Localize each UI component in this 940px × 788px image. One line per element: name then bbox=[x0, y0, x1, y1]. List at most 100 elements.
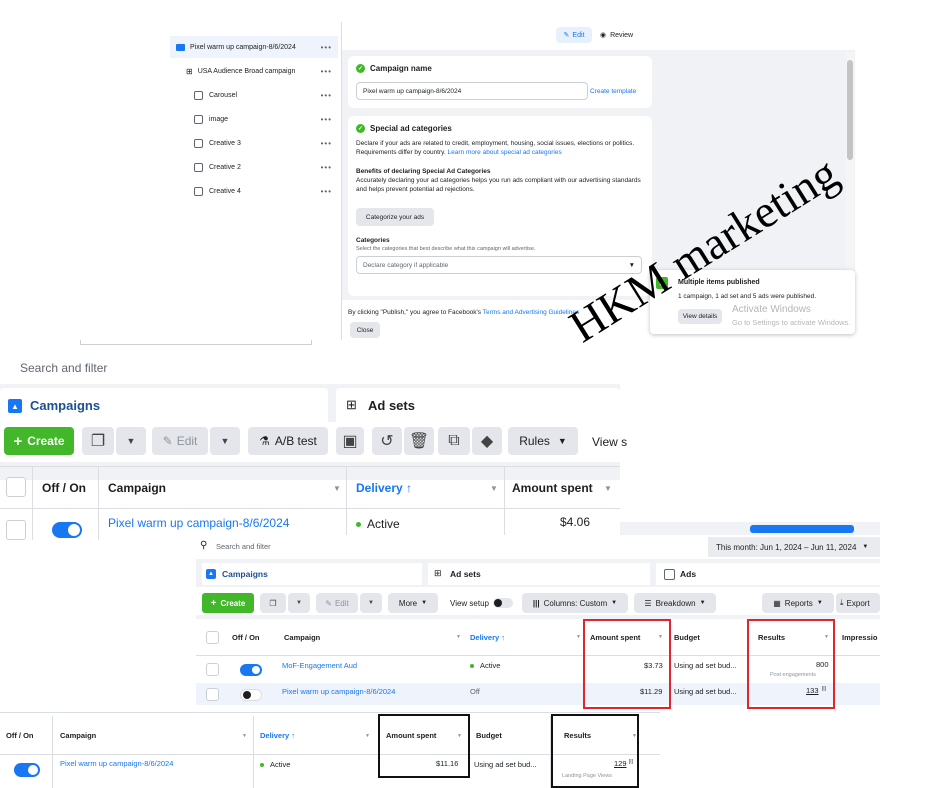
more-options-icon[interactable]: ••• bbox=[321, 163, 332, 172]
tab-ads[interactable]: Ads bbox=[656, 563, 880, 585]
edit-tab[interactable]: ✎ Edit bbox=[556, 27, 592, 43]
campaign-name-link[interactable]: Pixel warm up campaign-8/6/2024 bbox=[108, 516, 289, 530]
clipboard-button[interactable]: ▣ bbox=[336, 427, 364, 455]
more-options-icon[interactable]: ••• bbox=[321, 67, 332, 76]
review-tab[interactable]: ◉ Review bbox=[600, 27, 640, 43]
create-button[interactable]: + Create bbox=[202, 593, 254, 613]
edit-button[interactable]: ✎ Edit bbox=[316, 593, 358, 613]
tree-item-ad[interactable]: Creative 2 ••• bbox=[170, 156, 338, 178]
col-campaign[interactable]: Campaign bbox=[108, 481, 166, 495]
duplicate-dropdown[interactable]: ▼ bbox=[116, 427, 146, 455]
tab-campaigns[interactable]: ▲ Campaigns bbox=[0, 388, 328, 422]
rules-button[interactable]: Rules ▼ bbox=[508, 427, 578, 455]
col-campaign[interactable]: Campaign bbox=[284, 633, 320, 642]
row-checkbox[interactable] bbox=[6, 520, 26, 540]
close-button[interactable]: Close bbox=[350, 322, 380, 338]
more-options-icon[interactable]: ••• bbox=[321, 43, 332, 52]
campaign-name-link[interactable]: MoF-Engagement Aud bbox=[282, 661, 357, 670]
ad-icon bbox=[194, 114, 203, 124]
breakdown-label: Breakdown bbox=[655, 598, 696, 608]
categorize-ads-button[interactable]: Categorize your ads bbox=[356, 208, 434, 226]
campaign-name-link[interactable]: Pixel warm up campaign-8/6/2024 bbox=[282, 687, 395, 696]
more-options-icon[interactable]: ••• bbox=[321, 115, 332, 124]
divider bbox=[0, 466, 620, 467]
caret-down-icon: ▼ bbox=[220, 436, 230, 446]
delete-button[interactable]: 🗑 bbox=[404, 427, 434, 455]
scrollbar-thumb[interactable] bbox=[847, 60, 853, 160]
export-button[interactable]: ⤓ Export bbox=[836, 593, 880, 613]
edit-dropdown[interactable]: ▼ bbox=[210, 427, 240, 455]
campaign-toggle[interactable] bbox=[52, 522, 82, 538]
adsets-grid-icon: ⊞ bbox=[434, 568, 442, 578]
tree-item-ad[interactable]: image ••• bbox=[170, 108, 338, 130]
toggle-knob bbox=[68, 524, 80, 536]
col-impressions[interactable]: Impressio bbox=[842, 633, 877, 642]
create-button[interactable]: + Create bbox=[4, 427, 74, 455]
preview-button[interactable]: ⧉ bbox=[438, 427, 470, 455]
campaign-toggle[interactable] bbox=[14, 763, 40, 777]
divider bbox=[346, 466, 347, 540]
col-budget[interactable]: Budget bbox=[674, 633, 700, 642]
amount-spent-highlight bbox=[583, 619, 671, 709]
view-setup-label[interactable]: View s bbox=[592, 435, 627, 449]
breakdown-button[interactable]: ☰ Breakdown ▼ bbox=[634, 593, 716, 613]
columns-button[interactable]: ||| Columns: Custom ▼ bbox=[522, 593, 628, 613]
export-label: Export bbox=[846, 598, 870, 608]
tab-adsets[interactable]: ⊞ Ad sets bbox=[336, 388, 620, 422]
more-options-icon[interactable]: ••• bbox=[321, 91, 332, 100]
col-delivery[interactable]: Delivery ↑ bbox=[260, 731, 295, 740]
campaign-name-input[interactable]: Pixel warm up campaign-8/6/2024 bbox=[356, 82, 588, 100]
divider bbox=[0, 508, 620, 509]
tag-button[interactable]: ◆ bbox=[472, 427, 502, 455]
tab-adsets[interactable]: ⊞ Ad sets bbox=[428, 563, 650, 585]
duplicate-button[interactable]: ❐ bbox=[260, 593, 286, 613]
divider bbox=[504, 466, 505, 540]
partial-button bbox=[750, 525, 854, 533]
plus-icon: + bbox=[13, 432, 23, 450]
toast-body: 1 campaign, 1 ad set and 5 ads were publ… bbox=[678, 293, 817, 300]
duplicate-dropdown[interactable]: ▼ bbox=[288, 593, 310, 613]
search-input[interactable]: Search and filter bbox=[216, 542, 271, 551]
view-details-button[interactable]: View details bbox=[678, 309, 722, 324]
col-budget[interactable]: Budget bbox=[476, 731, 502, 740]
more-options-icon[interactable]: ••• bbox=[321, 139, 332, 148]
tree-item-ad[interactable]: Carousel ••• bbox=[170, 84, 338, 106]
select-all-checkbox[interactable] bbox=[6, 477, 26, 497]
edit-dropdown[interactable]: ▼ bbox=[360, 593, 382, 613]
tree-item-ad[interactable]: Creative 3 ••• bbox=[170, 132, 338, 154]
edit-button[interactable]: ✎ Edit bbox=[152, 427, 208, 455]
col-amount-spent[interactable]: Amount spent bbox=[512, 481, 593, 495]
col-delivery[interactable]: Delivery ↑ bbox=[356, 481, 412, 495]
duplicate-button[interactable]: ❐ bbox=[82, 427, 114, 455]
undo-button[interactable]: ↺ bbox=[372, 427, 402, 455]
create-template-link[interactable]: Create template bbox=[590, 87, 636, 96]
categories-select[interactable]: Declare category if applicable ▼ bbox=[356, 256, 642, 274]
view-setup[interactable]: View setup bbox=[450, 598, 513, 608]
campaign-name-link[interactable]: Pixel warm up campaign-8/6/2024 bbox=[60, 759, 173, 768]
review-tab-label: Review bbox=[610, 31, 634, 39]
more-options-icon[interactable]: ••• bbox=[321, 187, 332, 196]
tab-campaigns[interactable]: ▲ Campaigns bbox=[202, 563, 422, 585]
special-ad-categories-card: ✓ Special ad categories Declare if your a… bbox=[348, 116, 652, 296]
row-checkbox[interactable] bbox=[206, 663, 219, 676]
special-learn-more-link[interactable]: Learn more about special ad categories bbox=[448, 149, 562, 156]
tree-item-ad[interactable]: Creative 4 ••• bbox=[170, 180, 338, 202]
row-checkbox[interactable] bbox=[206, 688, 219, 701]
more-button[interactable]: More ▼ bbox=[388, 593, 438, 613]
search-input[interactable]: Search and filter bbox=[20, 361, 107, 375]
caret-down-icon: ▼ bbox=[368, 600, 374, 606]
campaigns-icon: ▲ bbox=[8, 399, 22, 413]
tree-item-adset[interactable]: ⊞ USA Audience Broad campaign ••• bbox=[170, 60, 338, 82]
col-delivery[interactable]: Delivery ↑ bbox=[470, 633, 505, 642]
date-range-picker[interactable]: This month: Jun 1, 2024 – Jun 11, 2024 ▼ bbox=[708, 537, 880, 557]
col-campaign[interactable]: Campaign bbox=[60, 731, 96, 740]
scrollbar[interactable] bbox=[846, 52, 854, 300]
toggle-knob bbox=[252, 666, 260, 674]
campaign-toggle[interactable] bbox=[240, 689, 262, 701]
reports-button[interactable]: ▦ Reports ▼ bbox=[762, 593, 834, 613]
select-all-checkbox[interactable] bbox=[206, 631, 219, 644]
campaign-toggle[interactable] bbox=[240, 664, 262, 676]
tree-item-campaign[interactable]: Pixel warm up campaign-8/6/2024 ••• bbox=[170, 36, 338, 58]
ab-test-button[interactable]: ⚗ A/B test bbox=[248, 427, 328, 455]
view-setup-toggle[interactable] bbox=[493, 598, 513, 608]
